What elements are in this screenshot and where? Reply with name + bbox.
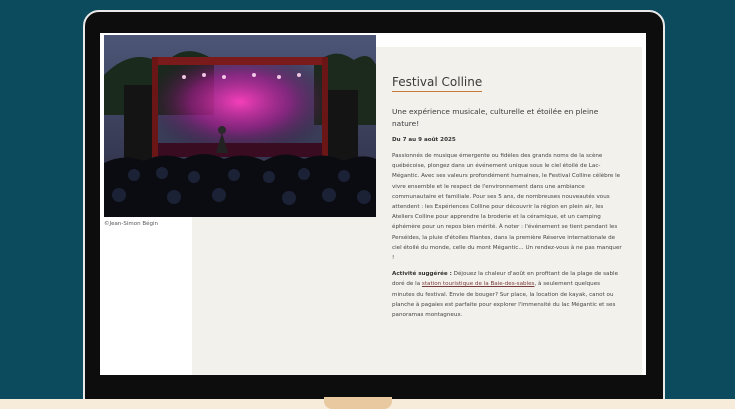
article-subtitle: Une expérience musicale, culturelle et é… — [392, 107, 599, 128]
station-link[interactable]: station touristique de la Baie-des-sable… — [422, 281, 535, 287]
suggested-activity: Activité suggérée : Déjouez la chaleur d… — [392, 269, 624, 320]
page-title: Festival Colline — [392, 75, 483, 92]
article-paragraph: Passionnés de musique émergente ou fidèl… — [392, 153, 622, 262]
laptop-screen: ©Jean-Simon Bégin Festival Colline Une e… — [100, 33, 646, 375]
photo-credit: ©Jean-Simon Bégin — [104, 221, 158, 227]
festival-stage-photo — [104, 35, 376, 217]
activity-label: Activité suggérée : — [392, 271, 452, 278]
event-dates: Du 7 au 9 août 2025 — [392, 137, 456, 143]
laptop-notch — [324, 397, 392, 409]
stage-image-icon — [104, 35, 376, 217]
article-content: Festival Colline Une expérience musicale… — [392, 71, 624, 326]
